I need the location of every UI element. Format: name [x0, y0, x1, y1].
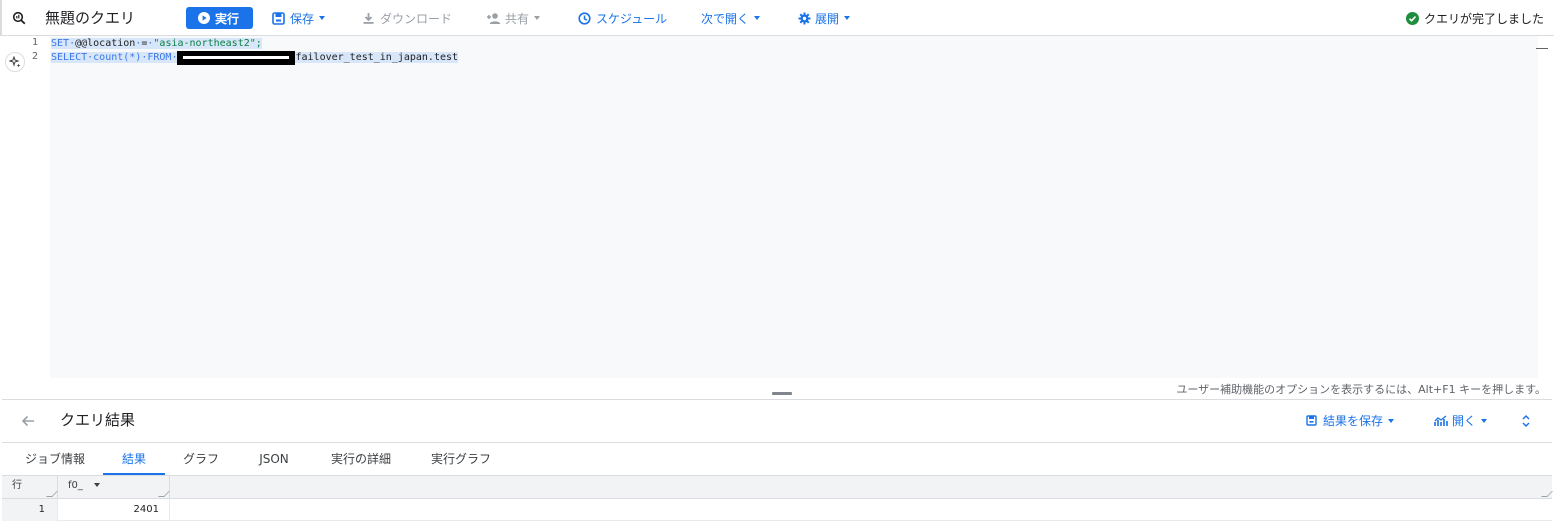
share-button-label: 共有 [505, 11, 530, 26]
schedule-button[interactable]: スケジュール [578, 0, 667, 36]
expand-collapse-icon[interactable] [1521, 400, 1531, 441]
column-resize-handle[interactable] [46, 491, 58, 497]
value-cell[interactable]: 2401 [58, 499, 170, 521]
column-header-row[interactable]: 行 [2, 476, 58, 499]
keyword-select: SELECT [51, 52, 88, 63]
save-icon [1306, 415, 1317, 426]
save-button[interactable]: 保存 [272, 0, 326, 36]
accessibility-hint: ユーザー補助機能のオプションを表示するには、Alt+F1 キーを押します。 [1176, 383, 1546, 396]
deploy-button-label: 展開 [815, 11, 840, 26]
open-results-label: 開く [1452, 414, 1477, 428]
download-button[interactable]: ダウンロード [362, 0, 452, 36]
download-icon [363, 12, 374, 24]
status-text: クエリが完了しました [1423, 11, 1544, 26]
check-circle-icon [1405, 11, 1419, 25]
open-in-button-label: 次で開く [701, 11, 750, 26]
chevron-down-icon [844, 16, 851, 20]
column-header-label: 行 [12, 480, 22, 491]
tab-execution-graph[interactable]: 実行グラフ [419, 443, 503, 475]
chevron-down-icon [534, 16, 541, 20]
system-variable: @@location [75, 38, 136, 49]
row-number-cell: 1 [2, 499, 58, 521]
chevron-down-icon [754, 16, 761, 20]
query-results-panel: クエリ結果 結果を保存 開く ジョブ情報 結果 グラフ JSON 実行の詳細 実… [2, 399, 1553, 530]
back-arrow-icon[interactable] [18, 411, 38, 431]
tab-job-info[interactable]: ジョブ情報 [12, 443, 98, 475]
keyword-from: FROM [147, 52, 172, 63]
keyword-set: SET [51, 38, 70, 49]
sql-editor[interactable]: 1 2 SET·@@location·=·"asia-northeast2"; … [2, 36, 1552, 396]
save-button-label: 保存 [290, 11, 315, 26]
redacted-project-name [177, 51, 296, 65]
tab-chart[interactable]: グラフ [169, 443, 233, 475]
save-results-label: 結果を保存 [1323, 414, 1384, 428]
column-resize-handle[interactable] [158, 491, 170, 497]
resize-handle[interactable] [772, 392, 792, 395]
clock-icon [578, 11, 591, 25]
scrollbar[interactable] [1536, 48, 1548, 49]
table-row[interactable]: 1 2401 [2, 499, 1552, 521]
table-header: 行 f0_ [2, 476, 1553, 499]
save-icon [272, 11, 285, 25]
tab-results[interactable]: 結果 [103, 443, 165, 475]
chevron-down-icon [1481, 418, 1488, 423]
code-line-2[interactable]: SELECT·count(*)·FROM· failover_test_in_ja… [51, 51, 459, 65]
column-header-f0[interactable]: f0_ [58, 476, 170, 499]
column-header-filler [170, 476, 1553, 499]
open-results-button[interactable]: 開く [1434, 400, 1488, 441]
code-line-1[interactable]: SET·@@location·=·"asia-northeast2"; [51, 37, 262, 51]
chart-icon [1434, 414, 1448, 426]
string-literal: "asia-northeast2"; [153, 38, 262, 49]
chevron-down-icon [319, 16, 326, 20]
column-header-label: f0_ [68, 480, 83, 491]
play-icon [198, 12, 210, 24]
results-header: クエリ結果 結果を保存 開く [2, 400, 1552, 443]
line-gutter: 1 2 [2, 36, 50, 378]
results-tabs: ジョブ情報 結果 グラフ JSON 実行の詳細 実行グラフ [2, 443, 1552, 476]
query-status: クエリが完了しました [1405, 0, 1544, 36]
run-button-label: 実行 [215, 11, 240, 26]
function-call: count(*) [93, 52, 142, 63]
download-button-label: ダウンロード [380, 11, 453, 26]
deploy-button[interactable]: 展開 [798, 0, 851, 36]
share-button[interactable]: 共有 [486, 0, 541, 36]
results-table: 行 f0_ 1 2401 [2, 476, 1553, 530]
open-in-button[interactable]: 次で開く [701, 0, 761, 36]
query-title[interactable]: 無題のクエリ [45, 0, 135, 36]
query-toolbar: 無題のクエリ 実行 保存 ダウンロード 共有 スケジュール 次で開く 展開 クエ… [0, 0, 1554, 36]
query-icon [12, 0, 26, 36]
add-person-icon [487, 12, 501, 24]
schedule-button-label: スケジュール [596, 11, 668, 26]
gear-icon [798, 12, 811, 24]
tab-json[interactable]: JSON [242, 443, 306, 475]
tab-execution-details[interactable]: 実行の詳細 [319, 443, 403, 475]
sparkle-icon[interactable] [5, 52, 25, 72]
run-button[interactable]: 実行 [186, 7, 253, 29]
results-title: クエリ結果 [60, 411, 136, 429]
chevron-down-icon [1388, 418, 1395, 423]
sort-chevron-icon[interactable] [94, 483, 101, 487]
line-number: 1 [31, 37, 38, 48]
table-reference: failover_test_in_japan.test [295, 52, 459, 63]
column-resize-handle[interactable] [1541, 491, 1553, 497]
save-results-button[interactable]: 結果を保存 [1306, 400, 1395, 441]
code-area[interactable]: SET·@@location·=·"asia-northeast2"; SELE… [50, 36, 1538, 378]
